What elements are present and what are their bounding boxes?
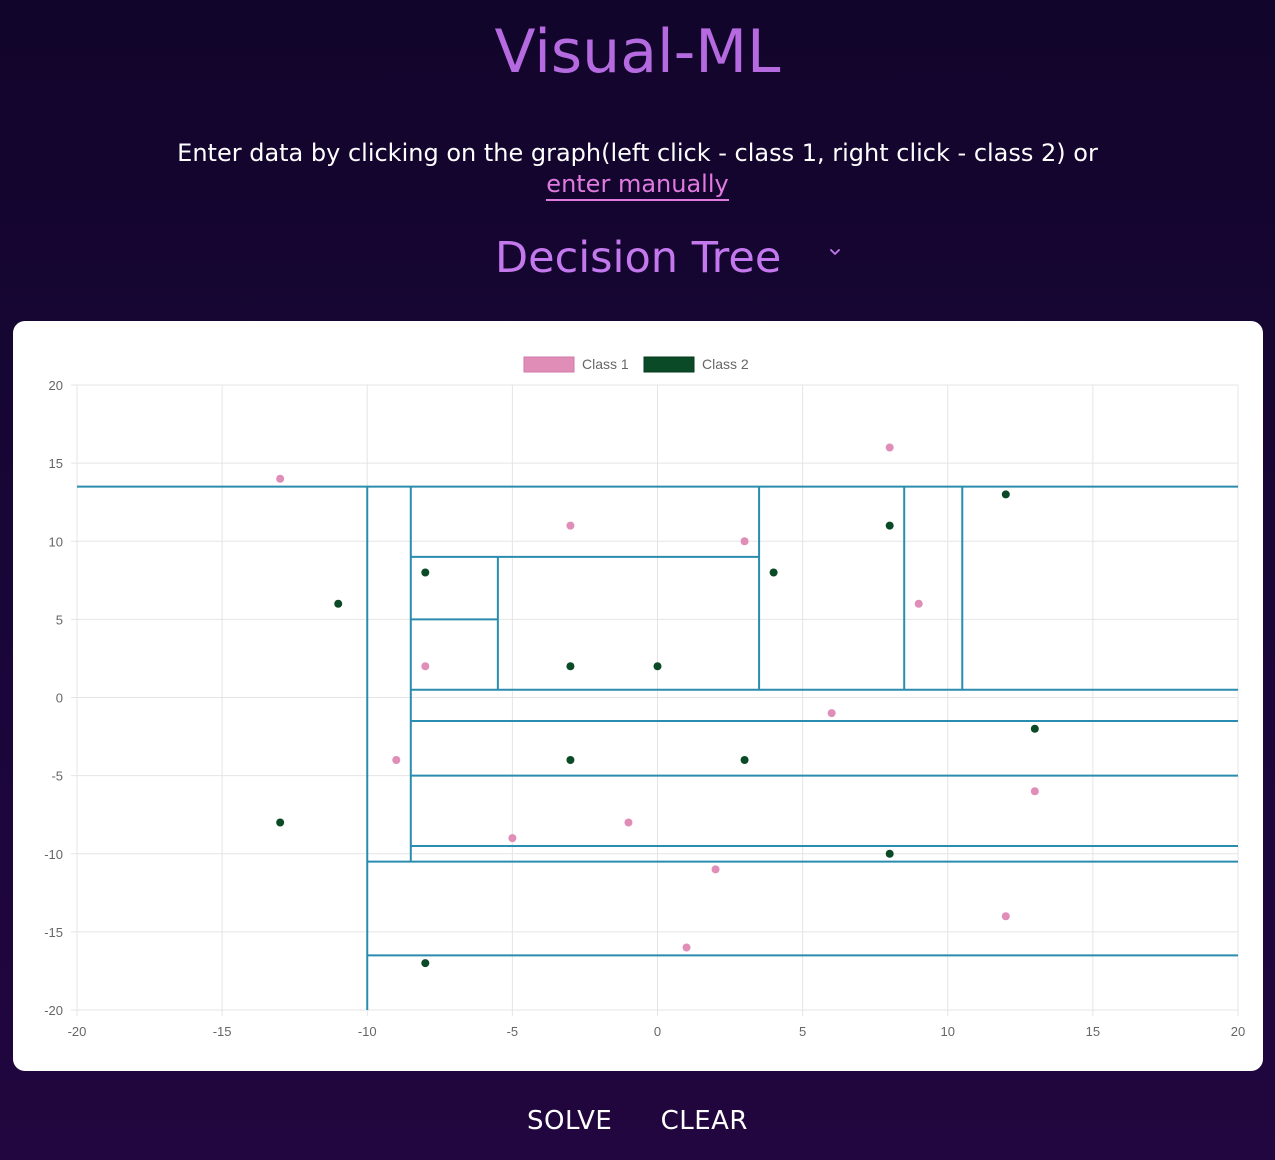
- class-1-point: [827, 709, 836, 718]
- x-tick-label: 15: [1086, 1024, 1100, 1039]
- action-bar: SOLVE CLEAR: [0, 1106, 1275, 1136]
- x-tick-label: 10: [941, 1024, 955, 1039]
- class-1-point: [276, 474, 285, 483]
- x-tick-label: 5: [799, 1024, 806, 1039]
- chart-card: -20 -15 -10 -5 0 5 10 15 20 20 15 10 5 0 -5 -10 -15 -20 Cl…: [13, 321, 1263, 1071]
- solve-button[interactable]: SOLVE: [527, 1106, 612, 1136]
- class-1-point: [624, 818, 633, 827]
- app-title: Visual-ML: [494, 17, 781, 87]
- legend-swatch-class-1: [523, 356, 575, 373]
- class-2-point: [769, 568, 778, 577]
- y-tick-label: -15: [44, 925, 63, 940]
- y-tick-label: -20: [44, 1003, 63, 1018]
- class-2-point: [1030, 724, 1039, 733]
- instructions-text: Enter data by clicking on the graph(left…: [177, 139, 1098, 167]
- class-2-point: [653, 662, 662, 671]
- scatter-chart[interactable]: -20 -15 -10 -5 0 5 10 15 20 20 15 10 5 0 -5 -10 -15 -20 Cl…: [13, 321, 1263, 1071]
- class-1-point: [1001, 912, 1010, 921]
- y-tick-label: 10: [49, 534, 63, 549]
- enter-manually-link[interactable]: enter manually: [546, 170, 729, 201]
- y-tick-label: 0: [56, 691, 63, 706]
- class-2-point: [1001, 490, 1010, 499]
- class-1-point: [566, 521, 575, 530]
- y-tick-label: 15: [49, 456, 63, 471]
- class-1-point: [740, 537, 749, 546]
- class-1-point: [914, 599, 923, 608]
- x-tick-label: -10: [358, 1024, 377, 1039]
- algorithm-select-value: Decision Tree: [495, 233, 782, 283]
- legend-label-class-2: Class 2: [702, 356, 749, 372]
- legend-label-class-1: Class 1: [582, 356, 629, 372]
- class-2-point: [334, 599, 343, 608]
- y-tick-label: -5: [51, 769, 63, 784]
- class-1-point: [885, 443, 894, 452]
- class-2-point: [885, 849, 894, 858]
- class-1-point: [1030, 787, 1039, 796]
- class-1-point: [711, 865, 720, 874]
- class-1-point: [392, 756, 401, 764]
- y-tick-label: 5: [56, 612, 63, 627]
- x-tick-label: -15: [213, 1024, 232, 1039]
- class-2-point: [885, 521, 894, 530]
- algorithm-select[interactable]: Decision Tree: [495, 228, 855, 288]
- x-tick-label: -5: [507, 1024, 519, 1039]
- legend-swatch-class-2: [643, 356, 695, 373]
- instructions: Enter data by clicking on the graph(left…: [0, 138, 1275, 201]
- class-2-point: [421, 959, 430, 968]
- class-2-point: [566, 662, 575, 671]
- x-tick-label: 20: [1231, 1024, 1245, 1039]
- class-1-point: [508, 834, 517, 843]
- class-1-point: [682, 943, 691, 952]
- class-2-point: [276, 818, 285, 827]
- x-tick-label: 0: [654, 1024, 661, 1039]
- class-2-point: [421, 568, 430, 577]
- class-1-point: [421, 662, 430, 671]
- x-tick-label: -20: [68, 1024, 87, 1039]
- chevron-down-icon: [830, 249, 840, 255]
- clear-button[interactable]: CLEAR: [661, 1106, 748, 1136]
- class-2-point: [566, 756, 575, 764]
- y-tick-label: -10: [44, 847, 63, 862]
- class-2-point: [740, 756, 749, 764]
- y-tick-label: 20: [49, 378, 63, 393]
